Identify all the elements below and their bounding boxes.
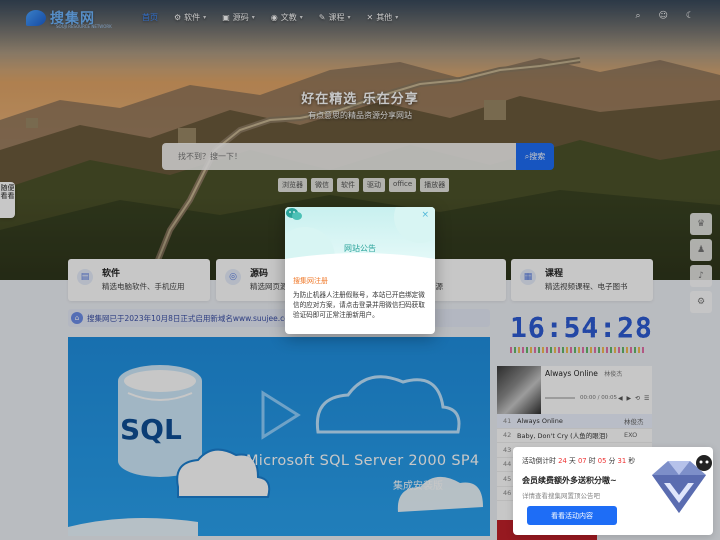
countdown-minutes: 05 (597, 457, 607, 465)
countdown-label: 活动倒计时 (522, 457, 556, 465)
promo-desc: 详情查看搜集网置顶公告吧 (522, 492, 600, 500)
countdown-hours-unit: 时 (588, 457, 596, 465)
countdown-seconds-unit: 秒 (628, 457, 636, 465)
diamond-icon (652, 455, 712, 513)
countdown-days-unit: 天 (568, 457, 576, 465)
close-icon[interactable]: × (421, 210, 429, 220)
modal-subtitle: 搜集网注册 (293, 277, 328, 285)
countdown-days: 24 (558, 457, 567, 465)
modal-header-decoration (285, 207, 435, 267)
wechat-icon (286, 208, 302, 220)
modal-header: × 网站公告 (285, 207, 435, 267)
modal-title: 网站公告 (344, 244, 376, 253)
countdown-seconds: 31 (617, 457, 627, 465)
countdown-minutes-unit: 分 (608, 457, 616, 465)
promo-title: 会员续费额外多送积分嗷~ (522, 476, 617, 485)
countdown: 活动倒计时 24 天 07 时 05 分 31 秒 (522, 455, 635, 465)
countdown-hours: 07 (577, 457, 587, 465)
view-event-button[interactable]: 看看活动内容 (527, 506, 617, 525)
announcement-modal: × 网站公告 搜集网注册 为防止机器人注册假账号，本站已开启绑定微信的应对方案，… (285, 207, 435, 334)
modal-body: 为防止机器人注册假账号，本站已开启绑定微信的应对方案，请点击登录并用微信扫码获取… (293, 291, 425, 319)
